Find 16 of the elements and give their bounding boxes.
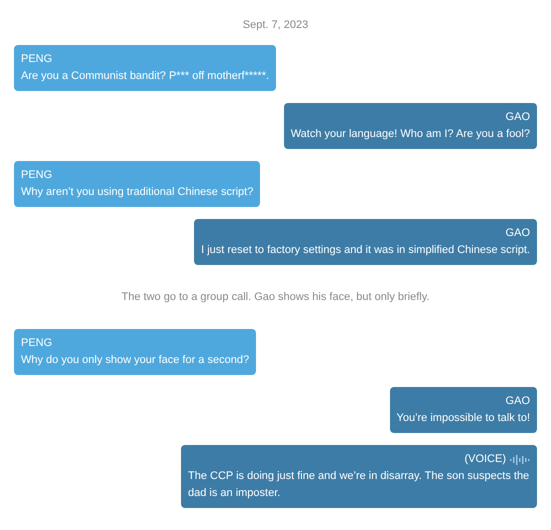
date-label: Sept. 7, 2023 [242, 18, 308, 33]
message-text: You’re impossible to talk to! [396, 411, 530, 426]
sender-name: PENG [21, 168, 52, 183]
message-text: Are you a Communist bandit? P*** off motherf*****. [21, 69, 270, 84]
message-text: Why aren’t you using traditional Chinese script? [21, 185, 254, 200]
sender-name: PENG [21, 336, 52, 351]
message-text: Why do you only show your face for a second? [21, 353, 250, 368]
sender-name: GAO [506, 394, 530, 409]
message-text: The CCP is doing just fine and we’re in disarray. The son suspects the dad is an imposter. [188, 469, 530, 501]
message-text: Watch your language! Who am I? Are you a fool? [290, 127, 530, 142]
sender-name: PENG [21, 52, 52, 67]
sender-name: GAO [506, 110, 530, 125]
message-text: I just reset to factory settings and it was in simplified Chinese script. [201, 243, 530, 258]
sender-name: GAO [506, 226, 530, 241]
narration-text: The two go to a group call. Gao shows his face, but only briefly. [122, 290, 430, 305]
sender-name: (VOICE) [464, 452, 506, 467]
